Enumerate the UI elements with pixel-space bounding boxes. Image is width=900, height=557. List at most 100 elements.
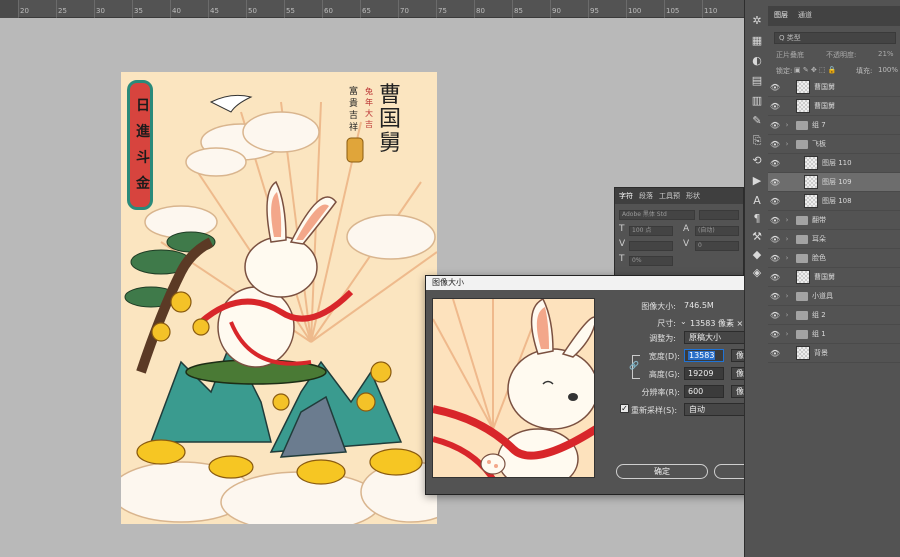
ruler-number: 95 — [590, 7, 599, 15]
chevron-right-icon[interactable]: › — [782, 140, 792, 148]
ruler-tick — [550, 0, 551, 18]
visibility-eye-icon[interactable]: 👁 — [768, 83, 782, 92]
resolution-input[interactable]: 600 — [684, 385, 724, 398]
preview-illustration — [433, 299, 594, 477]
visibility-eye-icon[interactable]: 👁 — [768, 140, 782, 149]
visibility-eye-icon[interactable]: 👁 — [768, 197, 782, 206]
layer-row[interactable]: 👁 图层 108 — [768, 192, 900, 211]
tracking-field[interactable]: 0 — [695, 241, 739, 251]
blend-mode-select[interactable]: 正片叠底 — [776, 50, 804, 60]
visibility-eye-icon[interactable]: 👁 — [768, 178, 782, 187]
character-panel[interactable]: 字符 段落 工具预 形状 Adobe 黑体 Std T 100 点 A (自动)… — [614, 187, 744, 277]
chevron-right-icon[interactable]: › — [782, 330, 792, 338]
artwork-subtitle-left: 富貴吉祥 — [349, 87, 359, 133]
ruler-tick — [436, 0, 437, 18]
layer-row[interactable]: 👁 曹国舅 — [768, 78, 900, 97]
ruler-tick — [208, 0, 209, 18]
chevron-right-icon[interactable]: › — [782, 254, 792, 262]
lock-icons[interactable]: ▣ ✎ ✥ ⬚ 🔒 — [794, 66, 837, 74]
document-canvas[interactable]: 日進斗金 曹国舅 富貴吉祥 兔年大吉 — [121, 72, 437, 524]
layer-name: 曹国舅 — [814, 102, 835, 110]
history-icon[interactable]: ⟲ — [750, 154, 764, 168]
layer-row[interactable]: 👁 曹国舅 — [768, 97, 900, 116]
brush-icon[interactable]: ✎ — [750, 114, 764, 128]
visibility-eye-icon[interactable]: 👁 — [768, 349, 782, 358]
grid-icon[interactable]: ▦ — [750, 34, 764, 48]
shapes-icon[interactable]: ◆ — [750, 248, 764, 262]
image-preview[interactable] — [432, 298, 595, 478]
layer-group-row[interactable]: 👁 › 飞板 — [768, 135, 900, 154]
visibility-eye-icon[interactable]: 👁 — [768, 159, 782, 168]
tab-layers[interactable]: 图层 — [774, 10, 788, 20]
layers-icon[interactable]: ◈ — [750, 266, 764, 280]
layer-row[interactable]: 👁 背景 — [768, 344, 900, 363]
visibility-eye-icon[interactable]: 👁 — [768, 311, 782, 320]
tab-shapes[interactable]: 形状 — [686, 191, 700, 201]
color-icon[interactable]: ◐ — [750, 54, 764, 68]
layer-group-row[interactable]: 👁 › 耳朵 — [768, 230, 900, 249]
chevron-right-icon[interactable]: › — [782, 216, 792, 224]
layer-row[interactable]: 👁 图层 109 — [768, 173, 900, 192]
libraries-icon[interactable]: ▥ — [750, 94, 764, 108]
width-label: 宽度(D): — [648, 352, 680, 361]
layers-panel-tabs: 图层 通道 — [768, 6, 900, 26]
layer-group-row[interactable]: 👁 › 组 2 — [768, 306, 900, 325]
ruler-tick — [18, 0, 19, 18]
fill-value[interactable]: 100% — [878, 66, 898, 74]
chevron-right-icon[interactable]: › — [782, 235, 792, 243]
layer-group-row[interactable]: 👁 › 组 1 — [768, 325, 900, 344]
chevron-right-icon[interactable]: › — [782, 311, 792, 319]
tab-character[interactable]: 字符 — [619, 191, 633, 201]
height-input[interactable]: 19209 — [684, 367, 724, 380]
visibility-eye-icon[interactable]: 👁 — [768, 102, 782, 111]
chevron-right-icon[interactable]: › — [782, 292, 792, 300]
baseline-field[interactable]: 0% — [629, 256, 673, 266]
swatches-icon[interactable]: ▤ — [750, 74, 764, 88]
layer-row[interactable]: 👁 曹国舅 — [768, 268, 900, 287]
layer-group-row[interactable]: 👁 › 组 7 — [768, 116, 900, 135]
resample-checkbox[interactable]: ✓ — [620, 404, 629, 413]
fit-to-value: 原稿大小 — [689, 333, 721, 342]
layer-filter-select[interactable]: Q 类型 — [774, 32, 896, 44]
layer-group-row[interactable]: 👁 › 小道具 — [768, 287, 900, 306]
opacity-value[interactable]: 21% — [878, 50, 894, 58]
ok-button[interactable]: 确定 — [616, 464, 708, 479]
visibility-eye-icon[interactable]: 👁 — [768, 273, 782, 282]
adjustments-icon[interactable]: ✲ — [750, 14, 764, 28]
kerning-field[interactable] — [629, 241, 673, 251]
layer-name: 曹国舅 — [814, 273, 835, 281]
font-size-field[interactable]: 100 点 — [629, 226, 673, 236]
folder-icon — [796, 234, 808, 244]
layers-panel[interactable]: 图层 通道 Q 类型 正片叠底 不透明度: 21% 锁定: ▣ ✎ ✥ ⬚ 🔒 … — [768, 0, 900, 557]
layer-row[interactable]: 👁 图层 110 — [768, 154, 900, 173]
tool-presets-icon[interactable]: ⚒ — [750, 230, 764, 244]
visibility-eye-icon[interactable]: 👁 — [768, 330, 782, 339]
visibility-eye-icon[interactable]: 👁 — [768, 292, 782, 301]
leading-field[interactable]: (自动) — [695, 226, 739, 236]
ruler-number: 110 — [704, 7, 718, 15]
opacity-label: 不透明度: — [826, 51, 857, 59]
width-input[interactable]: 13583 — [684, 349, 724, 362]
visibility-eye-icon[interactable]: 👁 — [768, 216, 782, 225]
ruler-number: 85 — [514, 7, 523, 15]
tab-tool-presets[interactable]: 工具预 — [659, 191, 680, 201]
paragraph-icon[interactable]: ¶ — [750, 212, 764, 226]
font-family-select[interactable]: Adobe 黑体 Std — [619, 210, 695, 220]
visibility-eye-icon[interactable]: 👁 — [768, 121, 782, 130]
dialog-title: 图像大小 — [432, 278, 464, 287]
ruler-tick — [360, 0, 361, 18]
font-style-select[interactable] — [699, 210, 739, 220]
character-icon[interactable]: A — [750, 194, 764, 208]
visibility-eye-icon[interactable]: 👁 — [768, 235, 782, 244]
actions-icon[interactable]: ▶ — [750, 174, 764, 188]
chevron-right-icon[interactable]: › — [782, 121, 792, 129]
ruler-number: 40 — [172, 7, 181, 15]
layer-name: 脸色 — [812, 254, 826, 262]
layer-group-row[interactable]: 👁 › 翻带 — [768, 211, 900, 230]
dimensions-dropdown-icon[interactable]: ⌄ — [680, 317, 687, 326]
clone-icon[interactable]: ⎘ — [750, 134, 764, 148]
visibility-eye-icon[interactable]: 👁 — [768, 254, 782, 263]
layer-group-row[interactable]: 👁 › 脸色 — [768, 249, 900, 268]
tab-channels[interactable]: 通道 — [798, 10, 812, 20]
tab-paragraph[interactable]: 段落 — [639, 191, 653, 201]
